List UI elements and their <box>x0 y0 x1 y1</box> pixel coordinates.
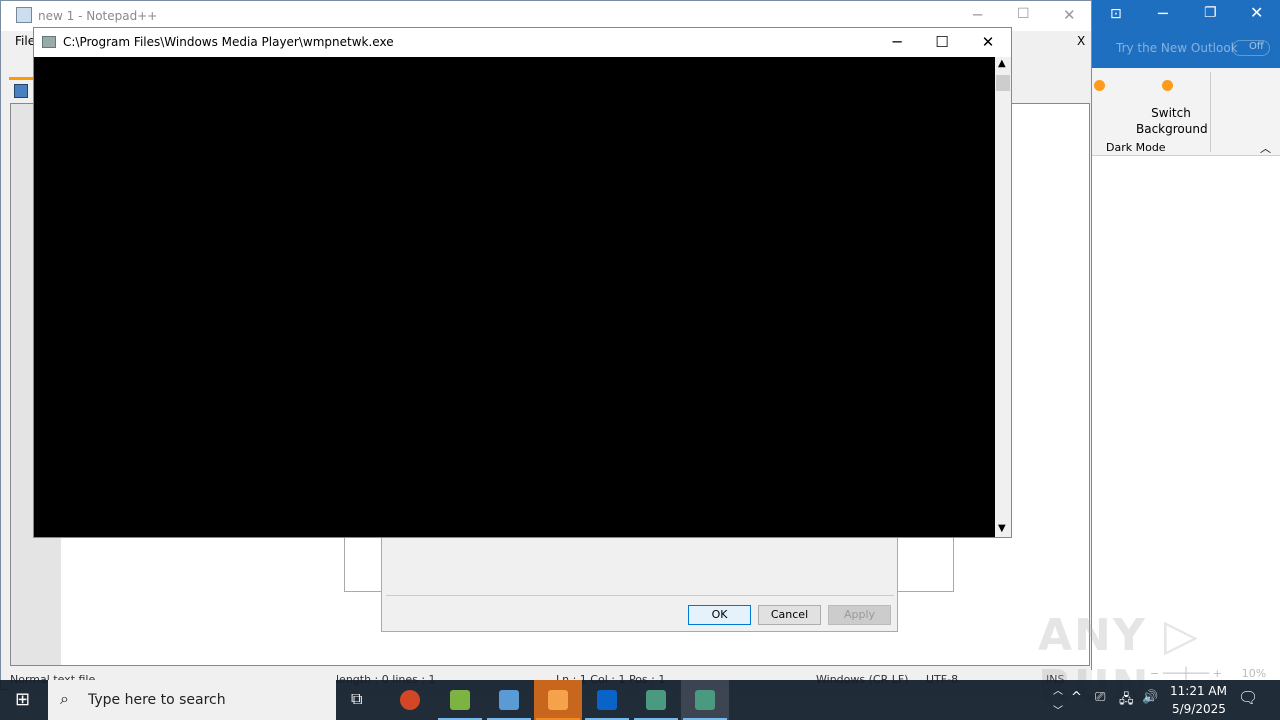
window-title: new 1 - Notepad++ <box>38 9 158 23</box>
taskbar-app-window-1[interactable] <box>632 680 680 720</box>
properties-dialog: OK Cancel Apply <box>381 537 898 632</box>
scroll-thumb[interactable] <box>996 75 1010 91</box>
console-icon <box>42 36 56 48</box>
search-box[interactable]: ⌕ Type here to search <box>48 680 336 720</box>
collapse-ribbon-icon[interactable]: ︿ <box>1260 140 1271 156</box>
notepadpp-icon <box>16 7 32 23</box>
apply-button[interactable]: Apply <box>828 605 891 625</box>
close-button[interactable]: ✕ <box>965 28 1011 57</box>
network-icon[interactable]: 🖧 <box>1119 690 1134 712</box>
minimize-button[interactable]: ─ <box>1158 4 1168 23</box>
dialog-content <box>386 538 894 596</box>
divider <box>1210 72 1211 152</box>
console-window: C:\Program Files\Windows Media Player\wm… <box>33 27 1012 538</box>
switch-background-icon <box>1162 80 1173 91</box>
cancel-button[interactable]: Cancel <box>758 605 821 625</box>
clock-date[interactable]: 5/9/2025 <box>1172 702 1226 716</box>
ok-button[interactable]: OK <box>688 605 751 625</box>
try-new-outlook-label: Try the New Outlook <box>1116 41 1238 55</box>
clock-time[interactable]: 11:21 AM <box>1170 684 1227 698</box>
minimize-button[interactable]: ─ <box>973 6 982 24</box>
scroll-up-icon[interactable]: ▲ <box>998 58 1006 69</box>
volume-icon[interactable]: 🔊 <box>1142 690 1158 705</box>
console-title: C:\Program Files\Windows Media Player\wm… <box>63 35 394 49</box>
maximize-button[interactable]: ☐ <box>1017 6 1030 22</box>
close-button[interactable]: ✕ <box>1250 3 1263 22</box>
close-tab-button[interactable]: X <box>1077 34 1085 48</box>
console-output[interactable] <box>34 57 995 537</box>
new-outlook-toggle[interactable]: Off <box>1232 40 1270 56</box>
console-titlebar: C:\Program Files\Windows Media Player\wm… <box>34 28 1011 57</box>
taskbar-app-media-player[interactable] <box>534 680 582 720</box>
taskbar-app-outlook[interactable] <box>583 680 631 720</box>
show-hidden-icons[interactable]: ^ <box>1071 690 1082 705</box>
outlook-ribbon: Switch Background Dark Mode ︿ <box>1092 68 1280 156</box>
minimize-button[interactable]: ─ <box>874 28 920 57</box>
taskbar: ⊞ ⌕ Type here to search ⧉ ︿ ﹀ ^ ⎚ 🖧 🔊 11… <box>0 680 1280 720</box>
search-placeholder: Type here to search <box>88 692 226 708</box>
start-button[interactable]: ⊞ <box>15 689 30 710</box>
vertical-scrollbar[interactable]: ▲ ▼ <box>995 57 1011 537</box>
dark-mode-group-label: Dark Mode <box>1106 141 1166 154</box>
switch-background-button[interactable]: Switch Background <box>1136 105 1208 137</box>
meet-now-icon[interactable]: ⎚ <box>1095 690 1105 705</box>
restore-button[interactable]: ❐ <box>1204 5 1217 21</box>
notifications-icon[interactable]: 🗨 <box>1238 688 1258 707</box>
taskbar-app-powerpoint[interactable] <box>386 680 434 720</box>
close-button[interactable]: ✕ <box>1063 6 1076 24</box>
scroll-down-icon[interactable]: ﹀ <box>1053 702 1063 717</box>
taskbar-app-notepadpp[interactable] <box>436 680 484 720</box>
taskbar-app-explorer[interactable] <box>485 680 533 720</box>
search-icon: ⌕ <box>60 689 69 708</box>
task-view-icon[interactable]: ⧉ <box>351 689 362 709</box>
outlook-titlebar: ⊡ ─ ❐ ✕ Try the New Outlook Off <box>1092 0 1280 68</box>
scroll-up-icon[interactable]: ︿ <box>1053 682 1063 697</box>
switch-icon <box>1094 80 1105 91</box>
maximize-button[interactable]: ☐ <box>919 28 965 57</box>
save-icon <box>14 84 28 98</box>
ribbon-display-icon[interactable]: ⊡ <box>1110 6 1122 22</box>
scroll-down-icon[interactable]: ▼ <box>998 523 1006 534</box>
taskbar-app-window-2[interactable] <box>681 680 729 720</box>
